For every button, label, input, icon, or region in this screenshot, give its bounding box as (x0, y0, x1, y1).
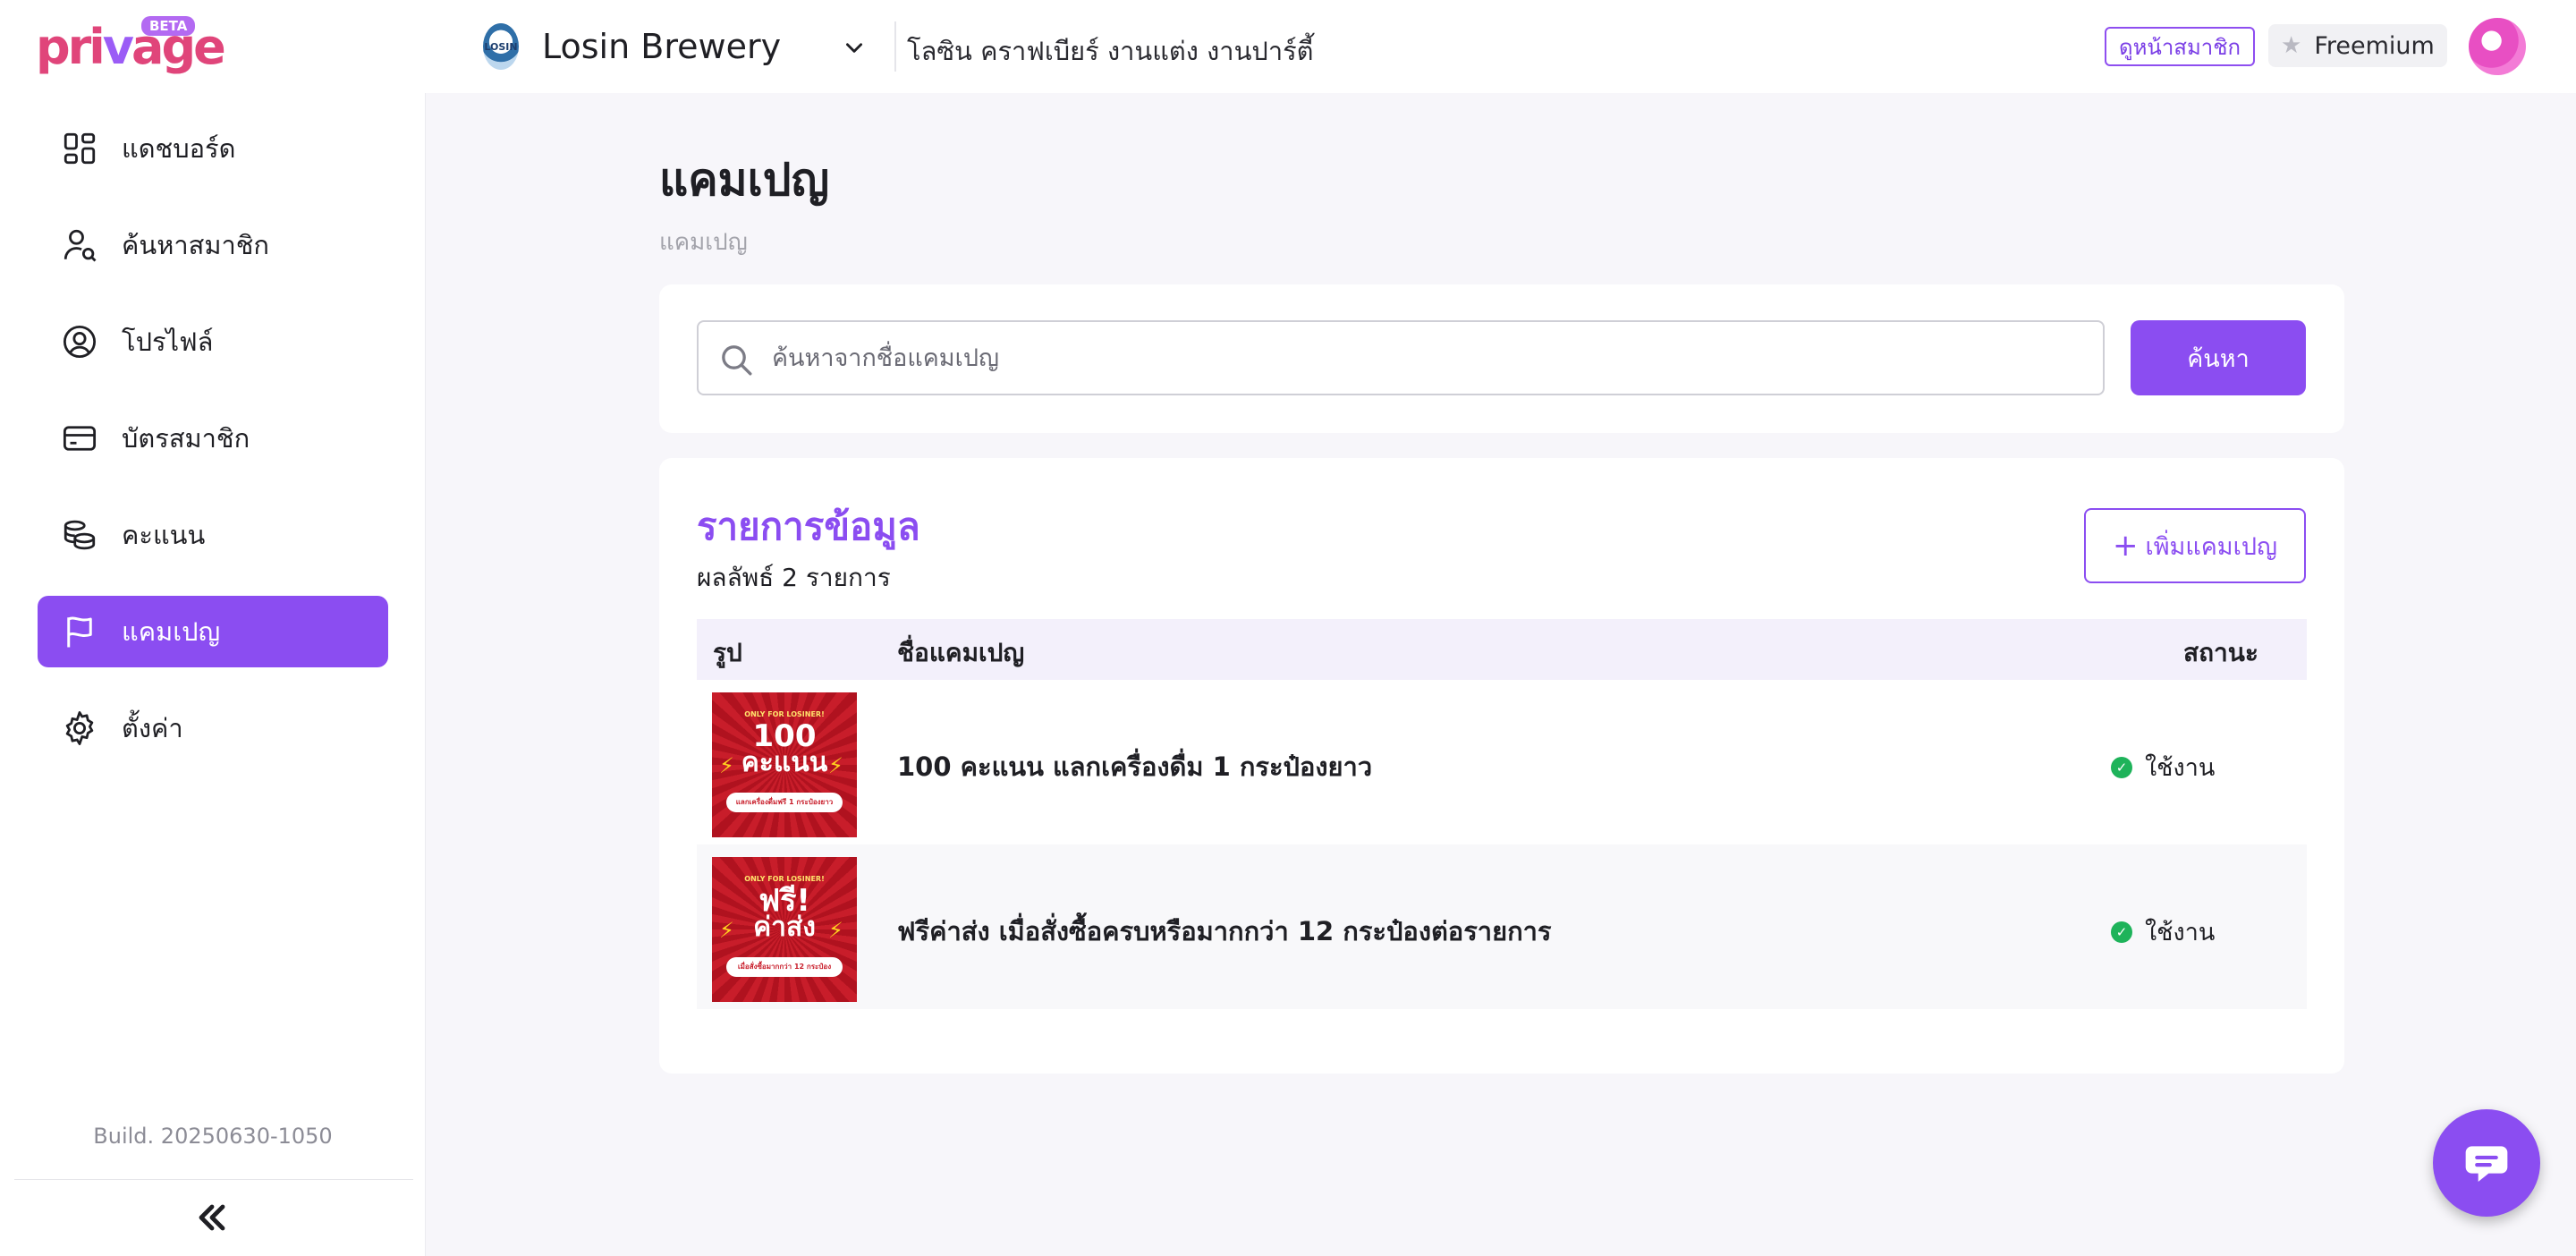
brand-divider (894, 21, 896, 72)
sidebar-item-label: บัตรสมาชิก (122, 423, 250, 454)
search-card: ค้นหา (659, 284, 2344, 433)
column-header-name[interactable]: ชื่อแคมเปญ (897, 633, 1024, 673)
table-row[interactable]: ONLY FOR LOSINER! 100 คะแนน ⚡ ⚡ แลกเครื่… (697, 680, 2307, 844)
thumb-tag: ONLY FOR LOSINER! (744, 710, 825, 718)
sidebar-item-label: แคมเปญ (122, 616, 221, 647)
brand-logo-text: LOSIN (484, 40, 518, 53)
sidebar-item-label: ตั้งค่า (122, 713, 183, 743)
logo-letter-v: v (102, 19, 134, 75)
dashboard-icon (64, 132, 96, 165)
sidebar-divider (14, 1179, 413, 1180)
table-row[interactable]: ONLY FOR LOSINER! ฟรี! ค่าส่ง ⚡ ⚡ เมื่อส… (697, 844, 2307, 1009)
column-header-status[interactable]: สถานะ (2183, 633, 2258, 673)
plan-name: Freemium (2314, 31, 2435, 60)
chat-bubble-icon (2465, 1146, 2508, 1182)
top-header: privage BETA LOSIN Losin Brewery โลซิน ค… (0, 0, 2576, 93)
sidebar: แดชบอร์ด ค้นหาสมาชิก โปรไฟล์ บัตรสมาชิก … (0, 93, 426, 1256)
campaign-name[interactable]: 100 คะแนน แลกเครื่องดื่ม 1 กระป๋องยาว (897, 746, 1372, 787)
privage-logo[interactable]: privage BETA (36, 16, 226, 75)
breadcrumb[interactable]: แคมเปญ (659, 224, 748, 260)
status-text: ใช้งาน (2145, 919, 2216, 946)
status-text: ใช้งาน (2145, 754, 2216, 782)
campaign-image[interactable]: ONLY FOR LOSINER! 100 คะแนน ⚡ ⚡ แลกเครื่… (712, 692, 857, 837)
search-icon (722, 345, 752, 376)
sidebar-item-label: โปรไฟล์ (122, 327, 214, 357)
status-badge: ✓ ใช้งาน (2111, 748, 2215, 786)
thumb-tag: ONLY FOR LOSINER! (744, 875, 825, 883)
build-version: Build. 20250630-1050 (93, 1124, 333, 1149)
sidebar-item-label: แดชบอร์ด (122, 133, 236, 164)
list-title: รายการข้อมูล (697, 505, 920, 548)
plus-icon: + (2113, 528, 2139, 564)
add-campaign-label: เพิ่มแคมเปญ (2145, 532, 2277, 561)
check-circle-icon: ✓ (2111, 921, 2132, 943)
sidebar-item-points[interactable]: คะแนน (38, 499, 388, 571)
beta-badge: BETA (141, 16, 196, 36)
thumb-pill: แลกเครื่องดื่มฟรี 1 กระป๋องยาว (726, 793, 843, 812)
gear-icon (65, 711, 94, 745)
brand-description: โลซิน คราฟเบียร์ งานแต่ง งานปาร์ตี้ (907, 36, 1314, 66)
star-icon: ★ (2281, 32, 2302, 59)
campaign-list-card: รายการข้อมูล ผลลัพธ์ 2 รายการ + เพิ่มแคม… (659, 458, 2344, 1074)
chat-support-button[interactable] (2433, 1109, 2540, 1217)
lightning-icon: ⚡ (719, 753, 734, 778)
lightning-icon: ⚡ (828, 918, 843, 943)
check-circle-icon: ✓ (2111, 756, 2132, 778)
sidebar-item-dashboard[interactable]: แดชบอร์ด (38, 113, 388, 184)
double-chevron-left-icon[interactable] (191, 1196, 233, 1239)
column-header-image: รูป (713, 638, 742, 667)
lightning-icon: ⚡ (719, 918, 734, 943)
profile-icon (63, 325, 97, 359)
logo-text: privage (36, 19, 226, 75)
lightning-icon: ⚡ (828, 753, 843, 778)
page-title: แคมเปญ (659, 154, 830, 206)
campaign-name[interactable]: ฟรีค่าส่ง เมื่อสั่งซื้อครบหรือมากกว่า 12… (897, 911, 1552, 952)
search-field[interactable] (697, 320, 2105, 395)
thumb-pill: เมื่อสั่งซื้อมากกว่า 12 กระป๋อง (726, 957, 843, 977)
table-header: รูป ชื่อแคมเปญ สถานะ (697, 619, 2307, 680)
sidebar-item-settings[interactable]: ตั้งค่า (38, 692, 388, 764)
add-campaign-button[interactable]: + เพิ่มแคมเปญ (2084, 508, 2306, 583)
search-input[interactable] (772, 322, 2087, 394)
plan-badge[interactable]: ★ Freemium (2268, 24, 2447, 67)
sidebar-item-profile[interactable]: โปรไฟล์ (38, 306, 388, 378)
campaign-image[interactable]: ONLY FOR LOSINER! ฟรี! ค่าส่ง ⚡ ⚡ เมื่อส… (712, 857, 857, 1002)
avatar[interactable] (2469, 18, 2526, 75)
brand-logo: LOSIN (483, 23, 519, 70)
status-badge: ✓ ใช้งาน (2111, 912, 2215, 951)
sidebar-item-label: คะแนน (122, 520, 206, 550)
member-search-icon (64, 229, 97, 262)
brand-selector[interactable]: LOSIN Losin Brewery โลซิน คราฟเบียร์ งาน… (483, 21, 1314, 72)
member-card-icon (63, 426, 97, 451)
points-coins-icon (64, 520, 96, 550)
brand-name: Losin Brewery (542, 27, 782, 66)
sidebar-item-campaign[interactable]: แคมเปญ (38, 596, 388, 667)
chevron-down-icon[interactable] (843, 36, 866, 59)
result-count: ผลลัพธ์ 2 รายการ (697, 563, 891, 592)
sidebar-item-member-card[interactable]: บัตรสมาชิก (38, 403, 388, 474)
flag-icon (67, 616, 92, 648)
sidebar-item-label: ค้นหาสมาชิก (122, 230, 269, 260)
sidebar-item-member-search[interactable]: ค้นหาสมาชิก (38, 209, 388, 281)
search-button[interactable]: ค้นหา (2131, 320, 2306, 395)
view-member-page-button[interactable]: ดูหน้าสมาชิก (2105, 27, 2256, 66)
